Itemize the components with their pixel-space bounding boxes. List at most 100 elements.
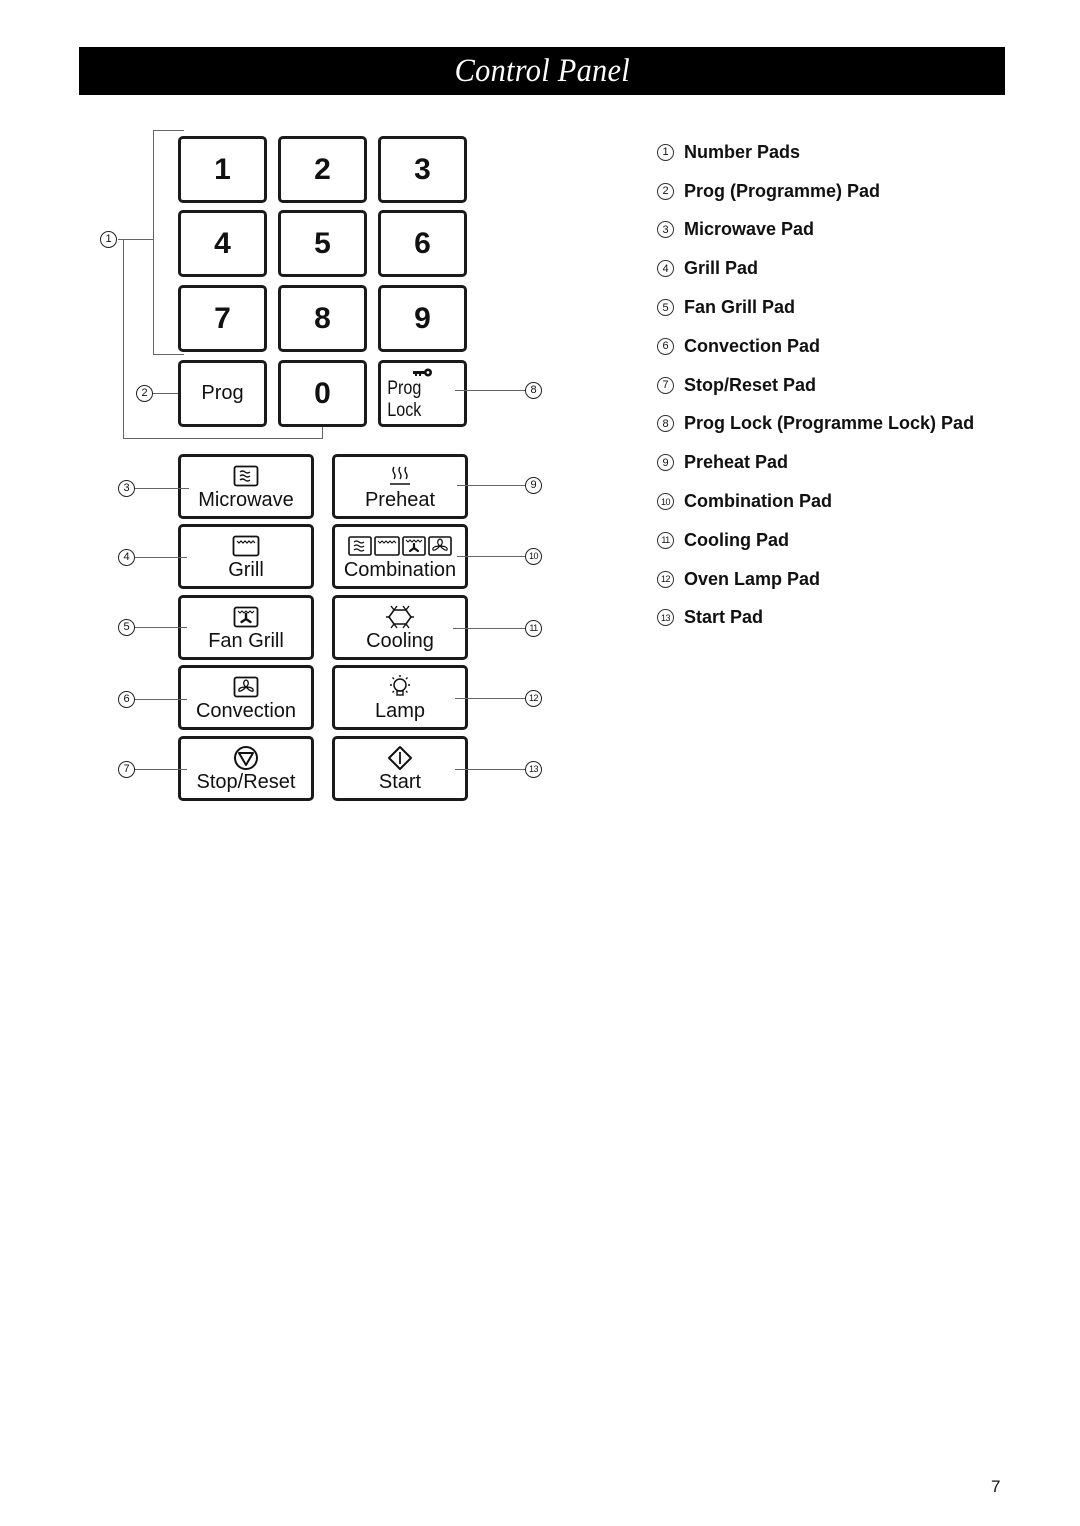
legend-text: Number Pads xyxy=(684,141,801,162)
legend-item: 1 Number Pads xyxy=(657,133,974,172)
preheat-pad[interactable]: Preheat xyxy=(332,454,468,519)
pad-label: 8 xyxy=(314,301,331,335)
legend-item: 2 Prog (Programme) Pad xyxy=(657,172,974,211)
legend-item: 6 Convection Pad xyxy=(657,327,974,366)
prog-lock-pad[interactable]: Prog Lock xyxy=(378,360,467,427)
pad-label: 4 xyxy=(214,226,231,260)
stop-reset-pad[interactable]: Stop/Reset xyxy=(178,736,314,801)
pad-label: 2 xyxy=(314,152,331,186)
callout-3: 3 xyxy=(118,480,135,497)
number-pad-7[interactable]: 7 xyxy=(178,285,267,352)
callout-12-leader xyxy=(455,698,525,699)
legend-number: 13 xyxy=(657,609,674,627)
combination-pad[interactable]: Combination xyxy=(332,524,468,589)
bracket-top xyxy=(153,130,184,131)
pad-label: 3 xyxy=(414,152,431,186)
callout-7: 7 xyxy=(118,761,135,778)
pad-label: Preheat xyxy=(364,488,436,511)
legend-item: 9 Preheat Pad xyxy=(657,443,974,482)
pad-label: Prog Lock xyxy=(387,377,422,421)
pad-label: Start xyxy=(378,770,422,793)
callout-8-leader xyxy=(455,390,525,391)
legend-number: 11 xyxy=(657,531,674,549)
callout-10: 10 xyxy=(525,548,542,565)
fan-grill-icon xyxy=(402,535,426,556)
callout-5-leader xyxy=(134,627,187,628)
stop-icon xyxy=(233,745,259,770)
start-pad[interactable]: Start xyxy=(332,736,468,801)
callout-2: 2 xyxy=(136,385,153,402)
callout-3-leader xyxy=(134,488,189,489)
legend-text: Oven Lamp Pad xyxy=(684,568,821,589)
cooling-pad[interactable]: Cooling xyxy=(332,595,468,660)
legend-number: 9 xyxy=(657,454,674,472)
legend-item: 3 Microwave Pad xyxy=(657,211,974,250)
number-pad-2[interactable]: 2 xyxy=(278,136,367,203)
callout-4-leader xyxy=(134,557,187,558)
legend-text: Convection Pad xyxy=(684,335,821,356)
number-pad-3[interactable]: 3 xyxy=(378,136,467,203)
pad-label: 9 xyxy=(414,301,431,335)
page-number: 7 xyxy=(991,1477,1001,1496)
pad-label: Microwave xyxy=(198,488,294,511)
convection-pad[interactable]: Convection xyxy=(178,665,314,730)
grill-pad[interactable]: Grill xyxy=(178,524,314,589)
legend-item: 4 Grill Pad xyxy=(657,249,974,288)
legend-item: 7 Stop/Reset Pad xyxy=(657,366,974,405)
microwave-icon xyxy=(348,535,372,556)
callout-4: 4 xyxy=(118,549,135,566)
pad-label: 7 xyxy=(214,301,231,335)
legend-number: 10 xyxy=(657,493,674,511)
legend-number: 3 xyxy=(657,221,674,239)
grill-icon xyxy=(374,535,400,556)
fan-grill-pad[interactable]: Fan Grill xyxy=(178,595,314,660)
pad-label: Convection xyxy=(195,699,297,722)
legend-text: Combination Pad xyxy=(684,491,832,512)
number-pad-8[interactable]: 8 xyxy=(278,285,367,352)
callout-8: 8 xyxy=(525,382,542,399)
microwave-pad[interactable]: Microwave xyxy=(178,454,314,519)
number-pad-9[interactable]: 9 xyxy=(378,285,467,352)
legend-number: 2 xyxy=(657,182,674,200)
callout-12: 12 xyxy=(525,690,542,707)
bracket-bottom xyxy=(153,354,184,355)
start-icon xyxy=(387,745,413,770)
prog-pad[interactable]: Prog xyxy=(178,360,267,427)
legend-item: 11 Cooling Pad xyxy=(657,521,974,560)
legend-text: Preheat Pad xyxy=(684,452,789,473)
legend-text: Microwave Pad xyxy=(684,219,815,240)
pad-label: 5 xyxy=(314,226,331,260)
callout-5: 5 xyxy=(118,619,135,636)
bracket-vertical xyxy=(153,130,154,355)
key-icon xyxy=(412,368,434,378)
legend-item: 13 Start Pad xyxy=(657,599,974,638)
legend-text: Cooling Pad xyxy=(684,529,789,550)
legend-text: Stop/Reset Pad xyxy=(684,374,817,395)
pad-label: Cooling xyxy=(366,629,434,652)
fan-icon xyxy=(428,535,452,556)
number-pad-5[interactable]: 5 xyxy=(278,210,367,277)
pad-label: Lamp xyxy=(374,699,426,722)
callout-6: 6 xyxy=(118,691,135,708)
pad-label: 0 xyxy=(314,376,331,410)
combination-icon xyxy=(348,534,452,558)
lamp-icon xyxy=(386,674,414,699)
grill-icon xyxy=(232,534,260,558)
number-pad-6[interactable]: 6 xyxy=(378,210,467,277)
legend-text: Start Pad xyxy=(684,607,764,628)
number-pad-0[interactable]: 0 xyxy=(278,360,367,427)
legend-number: 5 xyxy=(657,299,674,317)
number-pad-1[interactable]: 1 xyxy=(178,136,267,203)
callout-9-leader xyxy=(457,485,525,486)
number-pad-4[interactable]: 4 xyxy=(178,210,267,277)
legend-number: 7 xyxy=(657,376,674,394)
callout-9: 9 xyxy=(525,477,542,494)
fan-icon xyxy=(233,675,259,699)
legend-text: Fan Grill Pad xyxy=(684,297,796,318)
callout-1-bottom xyxy=(123,438,323,439)
page-title-bar: Control Panel xyxy=(79,47,1005,95)
legend-item: 5 Fan Grill Pad xyxy=(657,288,974,327)
legend-number: 12 xyxy=(657,570,674,588)
legend-text: Grill Pad xyxy=(684,258,759,279)
lamp-pad[interactable]: Lamp xyxy=(332,665,468,730)
